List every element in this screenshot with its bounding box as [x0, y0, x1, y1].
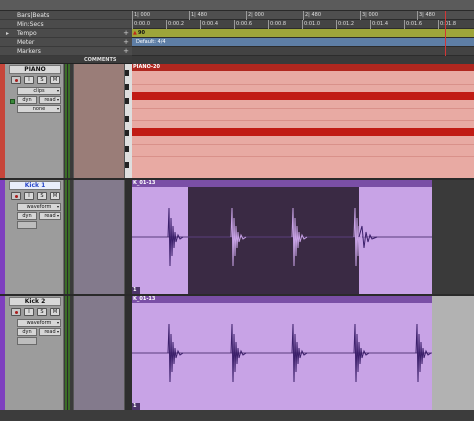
add-meter-icon[interactable]: + — [123, 38, 129, 47]
voice-selector[interactable] — [17, 337, 37, 345]
track-kick-2[interactable]: Kick 2 I S M waveform ▾ dyn read ▾ K_01-13 — [0, 296, 474, 410]
bars-beats-ruler[interactable]: 1| 000 1| 480 2| 000 2| 480 3| 000 3| 48… — [132, 11, 474, 20]
midi-note[interactable] — [132, 92, 474, 100]
track-name[interactable]: Kick 1 — [9, 181, 61, 190]
playlist-selector[interactable]: dyn — [17, 328, 37, 336]
track-column-header: COMMENTS — [0, 56, 132, 64]
comments-box[interactable] — [73, 296, 125, 410]
track-buttons: I S M — [11, 192, 61, 201]
ruler-label: Min:Secs — [17, 21, 44, 28]
chevron-down-icon: ▾ — [56, 106, 59, 111]
meter-area — [65, 64, 70, 178]
clip-footer: 1 — [132, 287, 140, 294]
tempo-marker-icon[interactable]: ▲ — [133, 29, 137, 38]
record-enable-button[interactable] — [11, 308, 21, 316]
ruler-label: Tempo — [17, 30, 37, 37]
midi-note[interactable] — [132, 128, 474, 136]
track-controls: Kick 1 I S M waveform ▾ dyn read ▾ — [5, 180, 64, 294]
meter-value: Default: 4/4 — [136, 39, 166, 45]
track-view-selector[interactable]: clips ▾ — [17, 87, 61, 95]
tempo-ruler[interactable]: ▲ 90 — [132, 29, 474, 38]
level-meter — [68, 180, 70, 294]
track-buttons: I S M — [11, 76, 61, 85]
add-marker-icon[interactable]: + — [123, 47, 129, 56]
automation-mode-selector[interactable]: read ▾ — [39, 96, 61, 104]
track-controls: Kick 2 I S M waveform ▾ dyn read ▾ — [5, 296, 64, 410]
chevron-down-icon: ▾ — [56, 320, 59, 325]
track-kick-1[interactable]: Kick 1 I S M waveform ▾ dyn read ▾ K_01-13 — [0, 180, 474, 294]
track-view-selector[interactable]: waveform ▾ — [17, 319, 61, 327]
piano-roll-keys — [125, 64, 132, 178]
piano-keys-icon — [125, 64, 132, 178]
piano-clip[interactable]: PIANO-20 — [132, 64, 474, 178]
mute-button[interactable]: M — [50, 192, 60, 200]
input-monitor-button[interactable]: I — [24, 308, 34, 316]
record-enable-button[interactable] — [11, 76, 21, 84]
track-view-selector[interactable]: waveform ▾ — [17, 203, 61, 211]
level-meter — [65, 296, 67, 410]
expand-arrow-icon[interactable]: ▸ — [6, 29, 9, 38]
add-tempo-icon[interactable]: + — [123, 29, 129, 38]
waveform — [132, 323, 432, 383]
bottom-empty-area — [0, 410, 474, 421]
track-name[interactable]: Kick 2 — [9, 297, 61, 306]
chevron-down-icon: ▾ — [56, 329, 59, 334]
input-monitor-button[interactable]: I — [24, 192, 34, 200]
track-piano[interactable]: PIANO I S M clips ▾ dyn read ▾ none ▾ PIANO… — [0, 64, 474, 178]
playlist-selector[interactable]: dyn — [17, 212, 37, 220]
clip-footer: 1 — [132, 403, 140, 410]
tempo-value: 90 — [138, 30, 145, 36]
ruler-label: Meter — [17, 39, 35, 46]
track-spacer — [125, 180, 132, 294]
clip-name-bar[interactable]: PIANO-20 — [132, 64, 474, 71]
voice-selector[interactable]: none ▾ — [17, 105, 61, 113]
top-toolbar — [0, 0, 474, 11]
input-monitor-button[interactable]: I — [24, 76, 34, 84]
ruler-labels: Bars|Beats Min:Secs ▸ Tempo + Meter + Ma… — [0, 11, 132, 56]
meter-area — [65, 180, 70, 294]
solo-button[interactable]: S — [37, 192, 47, 200]
comments-box[interactable] — [73, 180, 125, 294]
ruler-row-meter[interactable]: Meter + — [0, 38, 132, 47]
level-meter — [68, 64, 70, 178]
ruler-row-minsecs[interactable]: Min:Secs — [0, 20, 132, 29]
record-enable-button[interactable] — [11, 192, 21, 200]
track-name[interactable]: PIANO — [9, 65, 61, 74]
meter-ruler[interactable]: Default: 4/4 — [132, 38, 474, 47]
timeline-rulers[interactable]: 1| 000 1| 480 2| 000 2| 480 3| 000 3| 48… — [132, 11, 474, 56]
ruler-row-bars[interactable]: Bars|Beats — [0, 11, 132, 20]
mute-button[interactable]: M — [50, 308, 60, 316]
solo-button[interactable]: S — [37, 76, 47, 84]
automation-mode-selector[interactable]: read ▾ — [39, 328, 61, 336]
level-meter — [65, 64, 67, 178]
automation-mode-selector[interactable]: read ▾ — [39, 212, 61, 220]
track-controls: PIANO I S M clips ▾ dyn read ▾ none ▾ — [5, 64, 64, 178]
playhead-line[interactable] — [445, 11, 446, 56]
voice-selector[interactable] — [17, 221, 37, 229]
meter-area — [65, 296, 70, 410]
kick2-lane[interactable]: K_01-13 1 — [132, 296, 474, 410]
track-spacer — [125, 296, 132, 410]
chevron-down-icon: ▾ — [56, 204, 59, 209]
ruler-label: Bars|Beats — [17, 12, 50, 19]
mute-button[interactable]: M — [50, 76, 60, 84]
solo-button[interactable]: S — [37, 308, 47, 316]
markers-ruler[interactable] — [132, 47, 474, 56]
comments-column-label: COMMENTS — [84, 57, 117, 63]
lock-icon — [10, 99, 15, 104]
level-meter — [65, 180, 67, 294]
ruler-label: Markers — [17, 48, 41, 55]
kick1-lane[interactable]: K_01-13 1 — [132, 180, 474, 294]
ruler-row-markers[interactable]: Markers + — [0, 47, 132, 56]
comments-box[interactable] — [73, 64, 125, 178]
ruler-row-tempo[interactable]: ▸ Tempo + — [0, 29, 132, 38]
level-meter — [68, 296, 70, 410]
track-buttons: I S M — [11, 308, 61, 317]
playlist-selector[interactable]: dyn — [17, 96, 37, 104]
chevron-down-icon: ▾ — [56, 88, 59, 93]
minsecs-ruler[interactable]: 0:00.0 0:00.2 0:00.4 0:00.6 0:00.8 0:01.… — [132, 20, 474, 29]
waveform — [132, 207, 432, 267]
chevron-down-icon: ▾ — [56, 213, 59, 218]
chevron-down-icon: ▾ — [56, 97, 59, 102]
